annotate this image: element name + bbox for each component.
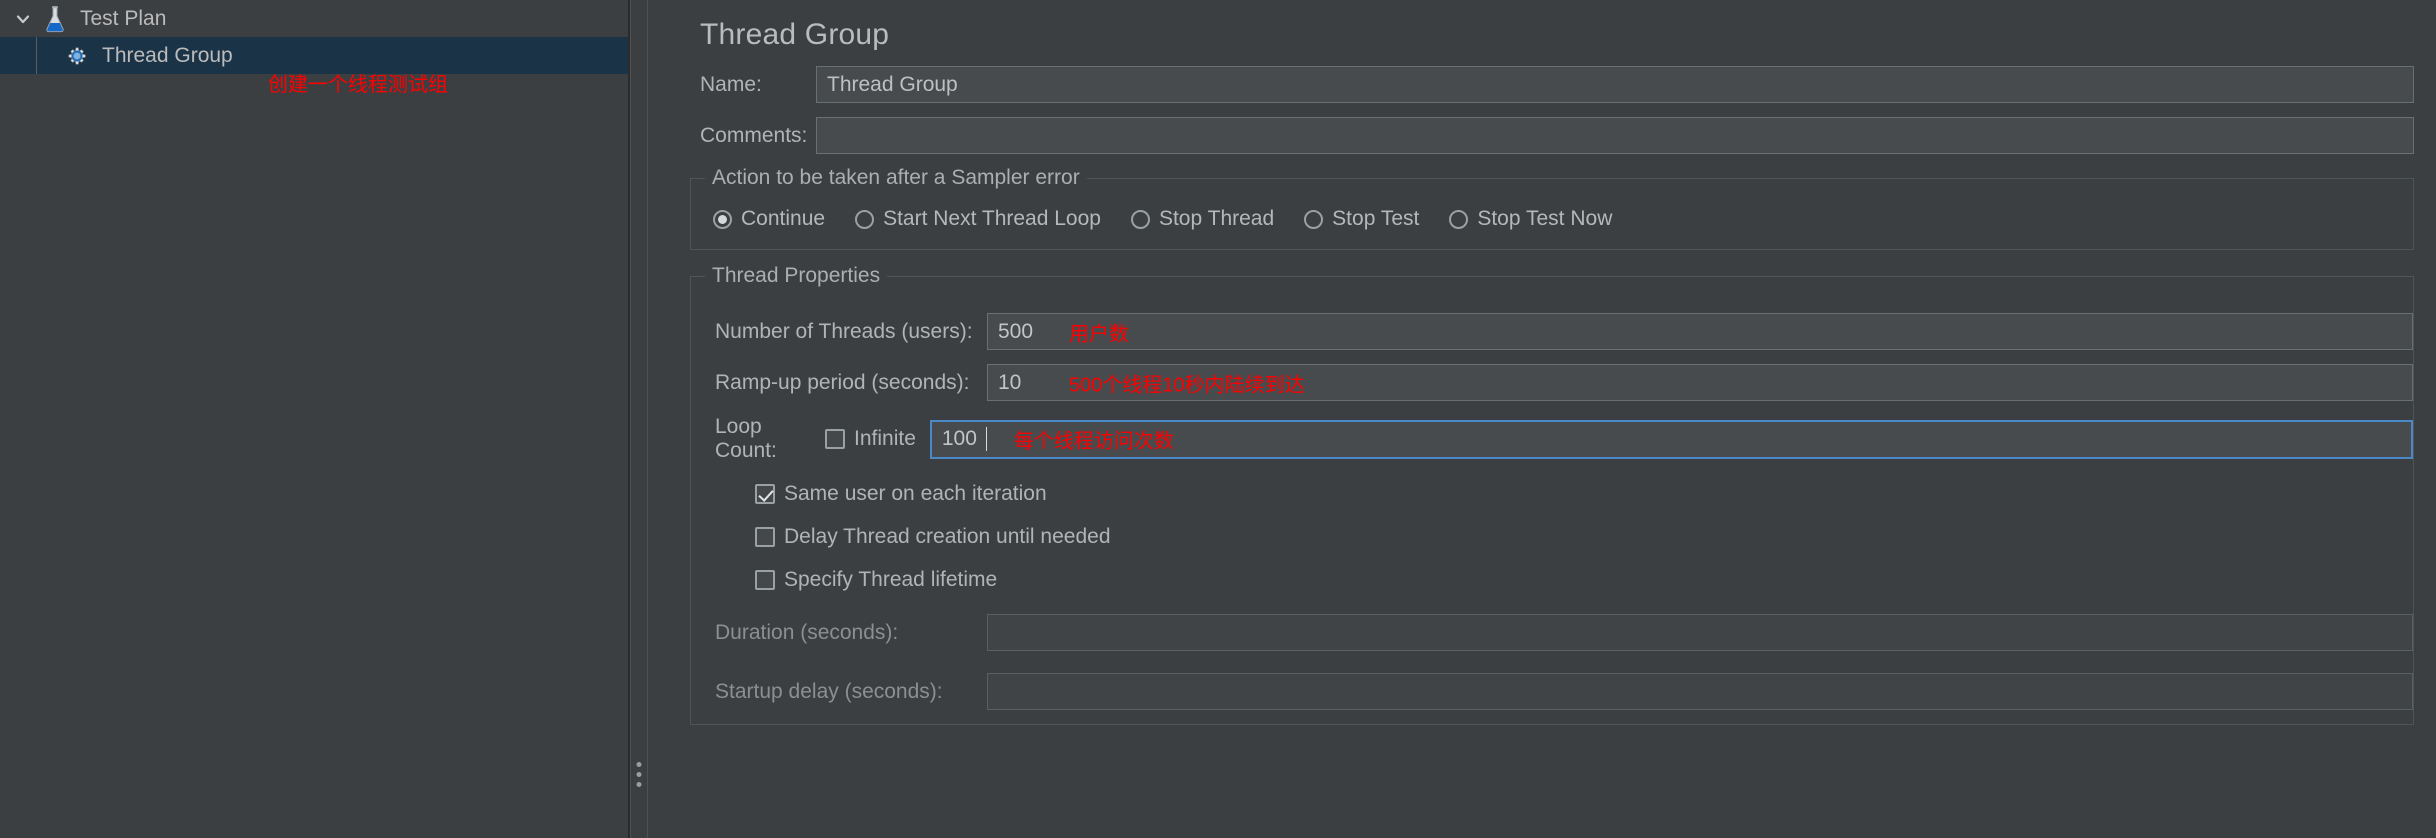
specify-thread-lifetime-label: Specify Thread lifetime [784, 568, 998, 591]
startup-delay-input[interactable] [987, 673, 2413, 710]
radio-label: Start Next Thread Loop [883, 207, 1101, 230]
num-threads-input[interactable] [987, 313, 2413, 350]
radio-label: Continue [741, 207, 826, 230]
radio-mark-icon [1304, 209, 1324, 229]
radio-mark-icon [1130, 209, 1150, 229]
comments-input[interactable] [816, 117, 2414, 154]
duration-input-wrap [987, 614, 2413, 651]
thread-group-editor-panel: Thread Group Name: Comments: Action to b… [648, 0, 2436, 838]
radio-label: Stop Thread [1158, 207, 1275, 230]
lifetime-fields: Duration (seconds): Startup delay (secon… [691, 614, 2413, 710]
name-label: Name: [700, 72, 762, 96]
infinite-checkbox[interactable]: Infinite [825, 427, 916, 451]
same-user-label: Same user on each iteration [784, 482, 1047, 505]
delay-thread-creation-label: Delay Thread creation until needed [784, 525, 1111, 548]
comments-field-row: Comments: [676, 117, 2414, 154]
radio-stop-thread[interactable]: Stop Thread [1130, 207, 1275, 231]
infinite-label: Infinite [854, 427, 916, 450]
name-input[interactable] [816, 66, 2414, 103]
sampler-error-group-title: Action to be taken after a Sampler error [705, 166, 1087, 190]
loop-count-label: Loop Count: [715, 415, 777, 462]
radio-mark-icon [1449, 209, 1469, 229]
sampler-error-radio-row: Continue Start Next Thread Loop Stop Thr… [691, 201, 2413, 243]
ramp-up-input[interactable] [987, 364, 2413, 401]
thread-properties-group: Thread Properties Number of Threads (use… [690, 264, 2414, 725]
text-caret [985, 427, 987, 451]
tree-node-test-plan[interactable]: Test Plan [0, 0, 628, 37]
radio-label: Stop Test Now [1477, 207, 1613, 230]
radio-mark-icon [855, 209, 875, 229]
panel-splitter[interactable] [630, 0, 648, 838]
checkbox-mark-icon [755, 570, 775, 590]
name-field-row: Name: [676, 66, 2414, 103]
duration-input[interactable] [987, 614, 2413, 651]
comments-label: Comments: [700, 123, 808, 147]
tree-node-label: Thread Group [102, 44, 233, 67]
radio-label: Stop Test [1332, 207, 1420, 230]
checkbox-mark-icon [825, 429, 845, 449]
radio-stop-test[interactable]: Stop Test [1304, 207, 1419, 231]
splitter-grip-handle[interactable] [636, 762, 642, 787]
thread-properties-group-title: Thread Properties [705, 264, 888, 288]
startup-delay-label: Startup delay (seconds): [715, 679, 943, 703]
chevron-down-icon[interactable] [10, 6, 36, 32]
num-threads-label: Number of Threads (users): [715, 319, 973, 343]
jmeter-window: Test Plan Thread Group 创建一个线程测试组 Thread … [0, 0, 2436, 838]
flask-icon [40, 4, 70, 34]
ramp-up-label: Ramp-up period (seconds): [715, 370, 970, 394]
same-user-checkbox[interactable]: Same user on each iteration [755, 482, 1047, 506]
loop-count-row: Loop Count: Infinite 每个线程访问次数 [691, 415, 2413, 463]
radio-mark-icon [713, 209, 732, 229]
tree-node-label: Test Plan [80, 7, 167, 30]
tree-guide-line [36, 37, 37, 74]
page-title: Thread Group [700, 18, 890, 51]
grip-dot [636, 772, 642, 777]
ramp-up-input-wrap: 500个线程10秒内陆续到达 [987, 364, 2413, 401]
thread-group-icon [62, 41, 92, 71]
ramp-up-row: Ramp-up period (seconds): 500个线程10秒内陆续到达 [691, 364, 2413, 401]
specify-thread-lifetime-row: Specify Thread lifetime [691, 568, 2413, 592]
tree-annotation-text: 创建一个线程测试组 [268, 74, 448, 96]
specify-thread-lifetime-checkbox[interactable]: Specify Thread lifetime [755, 568, 997, 592]
grip-dot [636, 762, 642, 767]
sampler-error-group: Action to be taken after a Sampler error… [690, 166, 2414, 250]
duration-row: Duration (seconds): [691, 614, 2413, 651]
radio-continue[interactable]: Continue [713, 207, 825, 231]
duration-label: Duration (seconds): [715, 620, 899, 644]
checkbox-mark-icon [755, 484, 775, 504]
checkbox-mark-icon [755, 527, 775, 547]
num-threads-row: Number of Threads (users): 用户数 [691, 313, 2413, 350]
radio-stop-test-now[interactable]: Stop Test Now [1449, 207, 1612, 231]
grip-dot [636, 782, 642, 787]
startup-delay-input-wrap [987, 673, 2413, 710]
delay-thread-creation-row: Delay Thread creation until needed [691, 525, 2413, 549]
startup-delay-row: Startup delay (seconds): [691, 673, 2413, 710]
loop-count-input[interactable] [929, 419, 2413, 459]
test-plan-tree-panel: Test Plan Thread Group 创建一个线程测试组 [0, 0, 630, 838]
delay-thread-creation-checkbox[interactable]: Delay Thread creation until needed [755, 525, 1111, 549]
radio-start-next-thread-loop[interactable]: Start Next Thread Loop [855, 207, 1101, 231]
same-user-row: Same user on each iteration [691, 482, 2413, 506]
loop-count-input-wrap: 每个线程访问次数 [929, 419, 2413, 459]
num-threads-input-wrap: 用户数 [987, 313, 2413, 350]
